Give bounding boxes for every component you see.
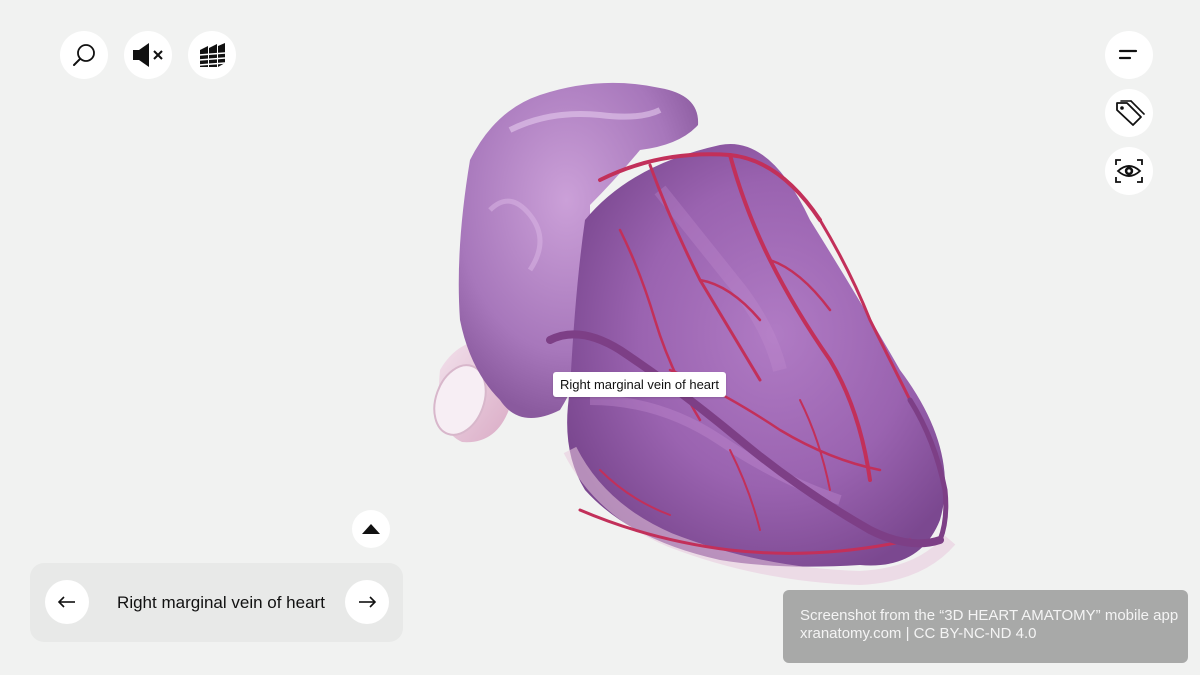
credit-line-1: Screenshot from the “3D HEART AMATOMY” m…: [800, 607, 1179, 624]
view-mode-button[interactable]: [1105, 147, 1153, 195]
structure-hotspot-label[interactable]: Right marginal vein of heart: [553, 372, 726, 397]
credit-line-2: xranatomy.com | CC BY-NC-ND 4.0: [800, 625, 1037, 642]
search-button[interactable]: [60, 31, 108, 79]
tag-icon: [1113, 99, 1145, 127]
expand-panel-button[interactable]: [352, 510, 390, 548]
labels-button[interactable]: [1105, 89, 1153, 137]
previous-structure-button[interactable]: [45, 580, 89, 624]
arrow-right-icon: [357, 595, 377, 609]
heart-3d-model[interactable]: [400, 70, 980, 600]
menu-button[interactable]: [1105, 31, 1153, 79]
arrow-left-icon: [57, 595, 77, 609]
search-icon: [71, 42, 97, 68]
layers-icon: [197, 41, 227, 69]
current-structure-name: Right marginal vein of heart: [117, 593, 325, 612]
eye-view-icon: [1114, 158, 1144, 184]
sound-toggle-button[interactable]: [124, 31, 172, 79]
triangle-up-icon: [361, 523, 381, 535]
structure-nav-panel: Right marginal vein of heart: [30, 563, 403, 642]
credit-overlay: Screenshot from the “3D HEART AMATOMY” m…: [783, 590, 1188, 663]
next-structure-button[interactable]: [345, 580, 389, 624]
layers-button[interactable]: [188, 31, 236, 79]
sound-muted-icon: [131, 42, 165, 68]
menu-icon: [1118, 48, 1140, 62]
